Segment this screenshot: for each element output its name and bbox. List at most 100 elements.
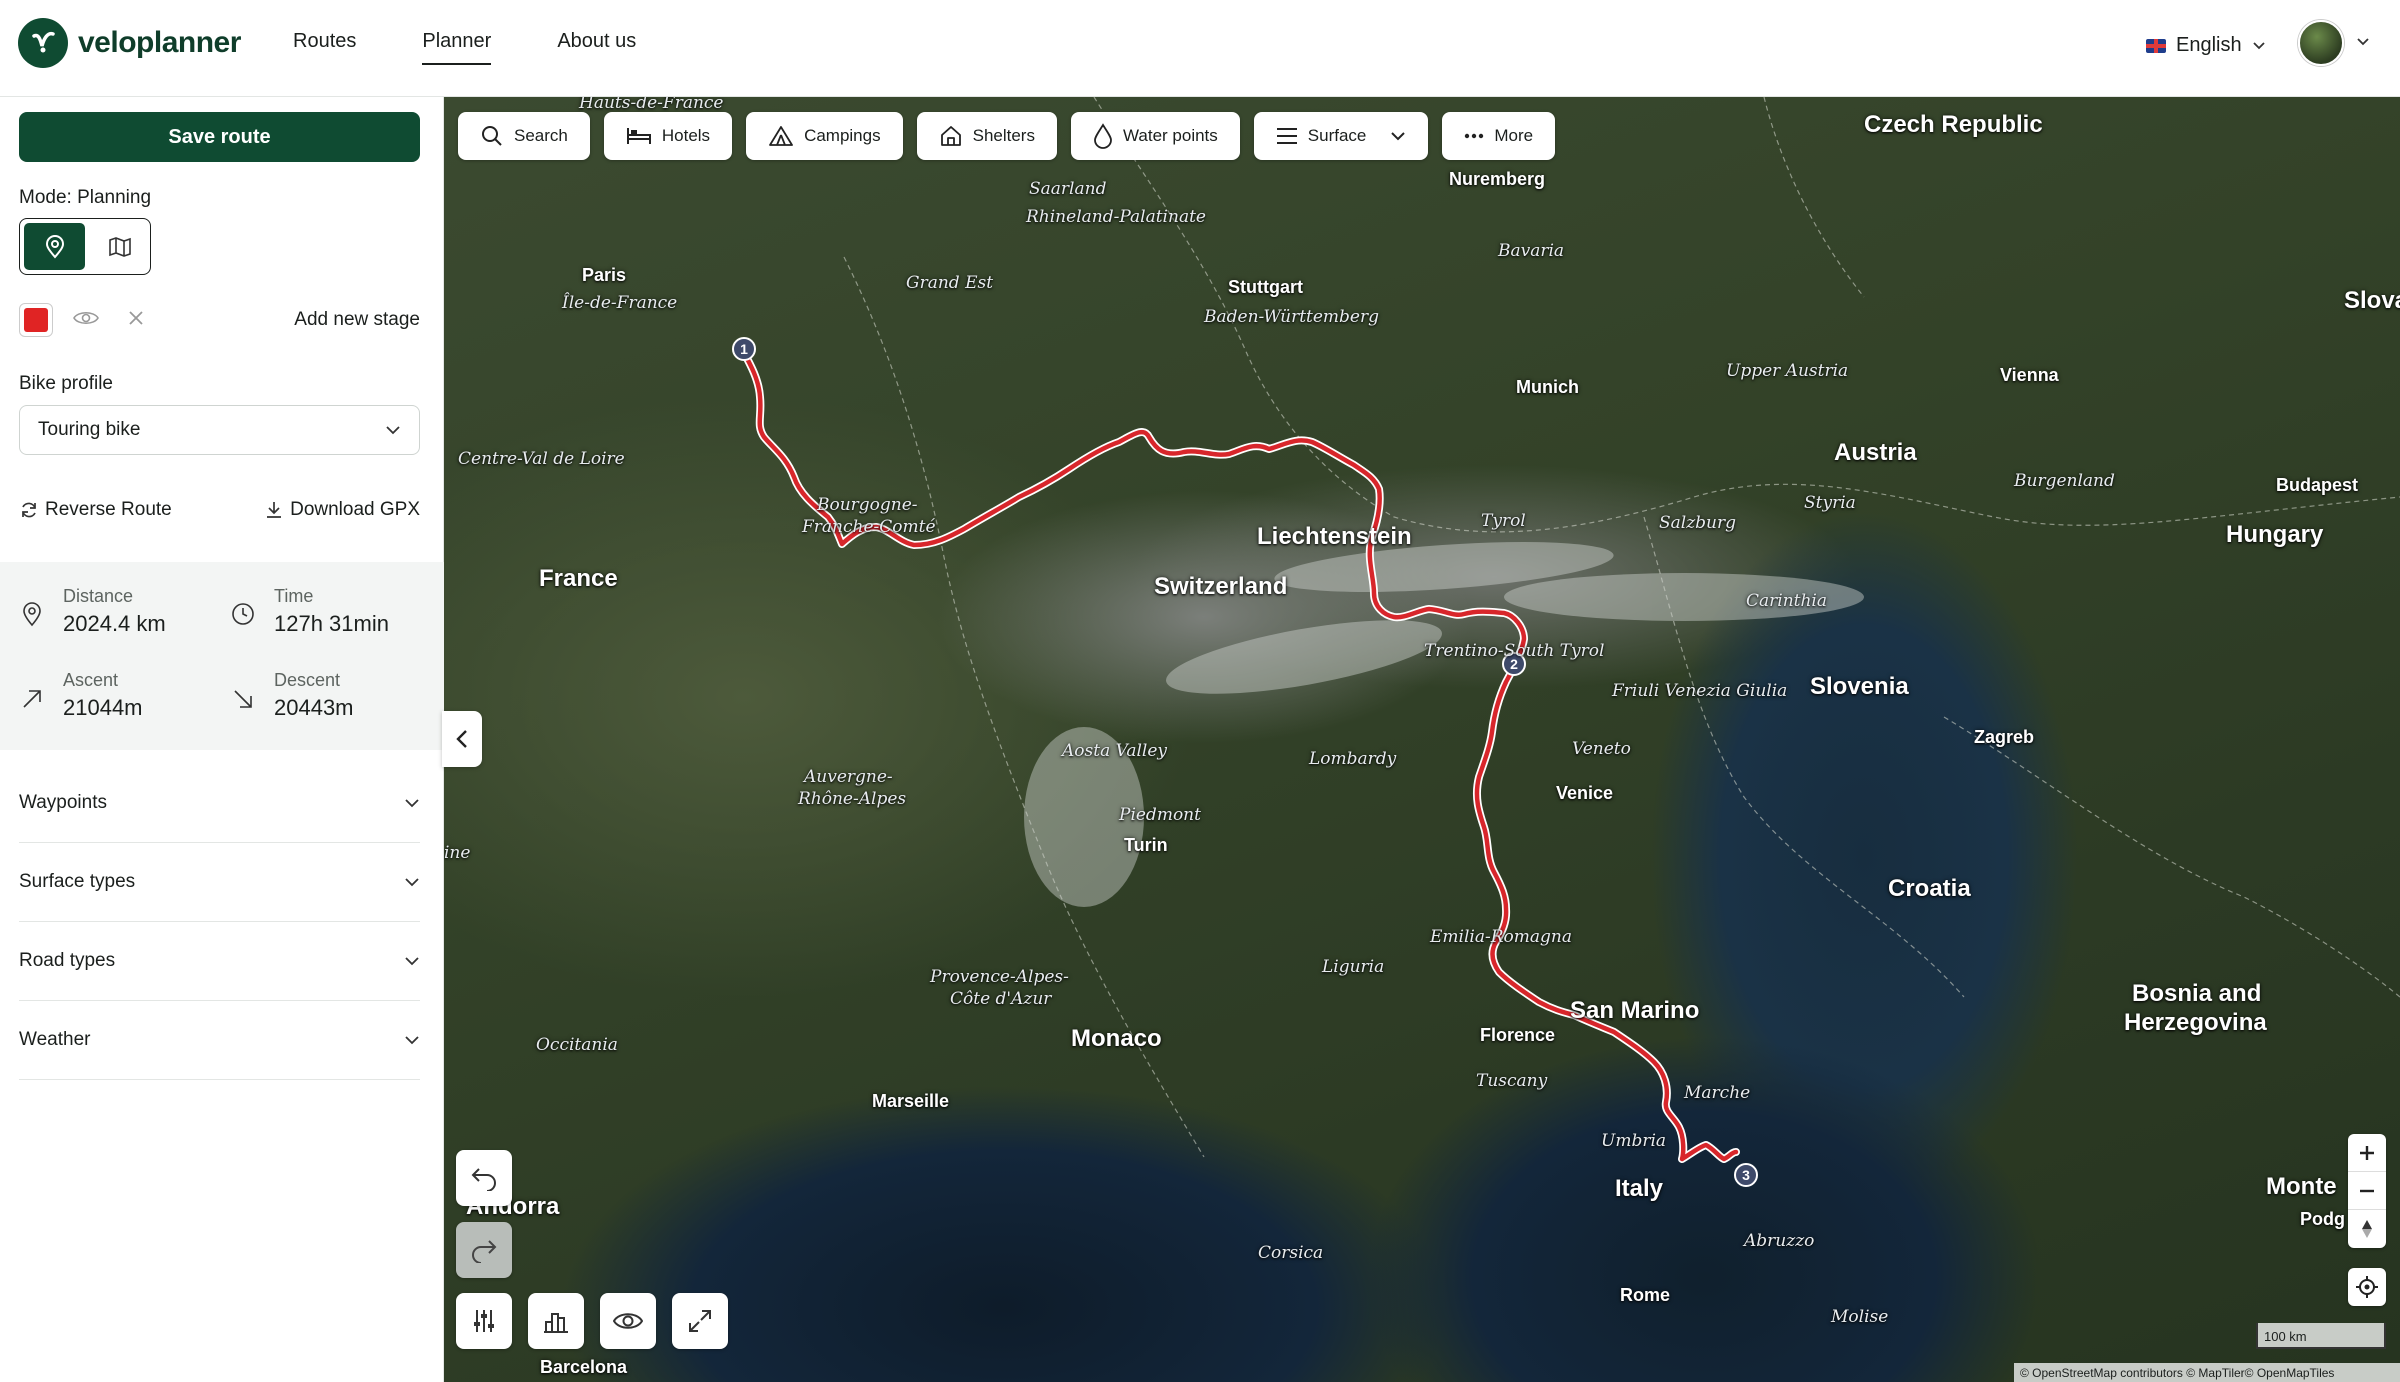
- map-label-region: Occitania: [536, 1035, 618, 1055]
- arrow-down-right-icon: [234, 690, 252, 708]
- redo-button[interactable]: [456, 1222, 512, 1278]
- undo-button[interactable]: [456, 1150, 512, 1206]
- map-label-region: Saarland: [1029, 179, 1107, 199]
- zoom-in-button[interactable]: [2348, 1134, 2386, 1172]
- fullscreen-button[interactable]: [672, 1293, 728, 1349]
- map-label-country: Slovenia: [1810, 673, 1909, 700]
- menu-lines-icon: [1276, 128, 1297, 144]
- ascent-value: 21044m: [63, 695, 143, 720]
- map-label-city: Florence: [1480, 1025, 1556, 1045]
- redo-icon: [472, 1240, 497, 1263]
- surface-label: Surface: [1307, 126, 1367, 145]
- map-label-city: Zagreb: [1974, 727, 2035, 747]
- nav-routes[interactable]: Routes: [293, 30, 356, 65]
- map-label-city: Paris: [582, 265, 627, 285]
- map-label-country: Switzerland: [1154, 573, 1288, 600]
- waypoint-marker-1[interactable]: 1: [732, 337, 756, 361]
- map-canvas[interactable]: 1 2 3 Czech Republic Slovak Austria Hung…: [444, 97, 2400, 1382]
- map-label-country: Czech Republic: [1864, 111, 2043, 138]
- map-icon: [108, 236, 131, 257]
- zoom-controls: [2348, 1134, 2386, 1248]
- undo-icon: [471, 1168, 496, 1191]
- surface-types-section-label: Surface types: [19, 871, 136, 892]
- map-label-region: Emilia-Romagna: [1430, 927, 1572, 947]
- map-label-region: Provence-Alpes-: [930, 967, 1069, 987]
- map-attribution[interactable]: © OpenStreetMap contributors © MapTiler©…: [2014, 1363, 2400, 1382]
- map-label-country: Monte: [2266, 1173, 2337, 1200]
- waypoint-marker-3[interactable]: 3: [1734, 1163, 1758, 1187]
- compass-button[interactable]: [2348, 1210, 2386, 1248]
- map-label-region: Grand Est: [906, 273, 994, 293]
- campings-label: Campings: [804, 126, 881, 145]
- map-toolbar: Search Hotels Campings Shelters Water po…: [458, 112, 1556, 160]
- house-icon: [940, 126, 961, 146]
- bike-profile-select[interactable]: Touring bike: [19, 405, 420, 455]
- distance-value: 2024.4 km: [63, 611, 166, 636]
- map-label-region: Hauts-de-France: [579, 97, 724, 113]
- search-button[interactable]: Search: [458, 112, 590, 160]
- map-label-city: Turin: [1124, 835, 1168, 855]
- stage-color-picker[interactable]: [19, 303, 53, 337]
- eye-icon[interactable]: [73, 309, 99, 332]
- zoom-out-button[interactable]: [2348, 1172, 2386, 1210]
- download-gpx-label: Download GPX: [290, 499, 420, 520]
- user-menu[interactable]: [2298, 20, 2370, 66]
- descent-stat: Descent 20443m: [230, 670, 354, 721]
- shelters-label: Shelters: [972, 126, 1035, 145]
- visibility-button[interactable]: [600, 1293, 656, 1349]
- elevation-chart-button[interactable]: [528, 1293, 584, 1349]
- stage-row: Add new stage: [19, 303, 420, 337]
- bike-profile-value: Touring bike: [38, 419, 141, 440]
- road-types-section-label: Road types: [19, 950, 116, 971]
- nav-about[interactable]: About us: [557, 30, 636, 65]
- map-label-region: Île-de-France: [562, 293, 678, 313]
- logo[interactable]: veloplanner: [18, 18, 241, 68]
- waypoints-section[interactable]: Waypoints: [19, 764, 420, 843]
- settings-sliders-button[interactable]: [456, 1293, 512, 1349]
- compass-icon: [2362, 1220, 2372, 1238]
- map-label-region: Molise: [1831, 1307, 1889, 1327]
- ascent-label: Ascent: [63, 670, 119, 690]
- campings-button[interactable]: Campings: [746, 112, 903, 160]
- shelters-button[interactable]: Shelters: [916, 112, 1057, 160]
- close-icon[interactable]: [127, 309, 145, 332]
- locate-me-button[interactable]: [2348, 1268, 2386, 1306]
- language-selector[interactable]: English: [2146, 34, 2266, 57]
- collapse-sidebar-button[interactable]: [442, 711, 482, 767]
- more-dots-icon: [1465, 133, 1484, 139]
- chevron-down-icon: [404, 871, 420, 893]
- map-label-region: Bourgogne-: [817, 495, 918, 515]
- map-mode-button[interactable]: [89, 219, 150, 274]
- map-label-city: Rome: [1620, 1285, 1671, 1305]
- time-stat: Time 127h 31min: [230, 586, 389, 637]
- download-gpx-button[interactable]: Download GPX: [264, 499, 420, 521]
- map-label-city: Barcelona: [540, 1357, 628, 1377]
- map-label-region: Styria: [1804, 493, 1856, 513]
- planning-mode-button[interactable]: [24, 223, 85, 270]
- save-route-button[interactable]: Save route: [19, 112, 420, 162]
- map-label-region: Umbria: [1601, 1131, 1667, 1151]
- nav-planner[interactable]: Planner: [422, 30, 491, 65]
- map-label-city: Munich: [1516, 377, 1579, 397]
- weather-section[interactable]: Weather: [19, 1001, 420, 1080]
- map-label-region: Franche-Comté: [802, 517, 936, 537]
- tent-icon: [769, 126, 793, 146]
- more-button[interactable]: More: [1442, 112, 1556, 160]
- add-new-stage-button[interactable]: Add new stage: [294, 309, 420, 331]
- chevron-down-icon: [1391, 132, 1406, 141]
- map-pin-icon: [23, 602, 41, 627]
- road-types-section[interactable]: Road types: [19, 922, 420, 1001]
- map-label-region: Côte d'Azur: [950, 989, 1052, 1009]
- map-label-country: Liechtenstein: [1257, 523, 1412, 550]
- map-label-region: Carinthia: [1746, 591, 1828, 611]
- surface-types-section[interactable]: Surface types: [19, 843, 420, 922]
- map-label-region: Lombardy: [1309, 749, 1397, 769]
- water-points-button[interactable]: Water points: [1070, 112, 1240, 160]
- route-stats: Distance 2024.4 km Time 127h 31min Ascent 2…: [0, 562, 444, 750]
- map-label-region: Tyrol: [1481, 511, 1526, 531]
- surface-dropdown[interactable]: Surface: [1253, 112, 1429, 160]
- reverse-route-button[interactable]: Reverse Route: [19, 499, 172, 521]
- water-points-label: Water points: [1122, 126, 1218, 145]
- hotels-button[interactable]: Hotels: [603, 112, 733, 160]
- route-layer: [738, 97, 2400, 1163]
